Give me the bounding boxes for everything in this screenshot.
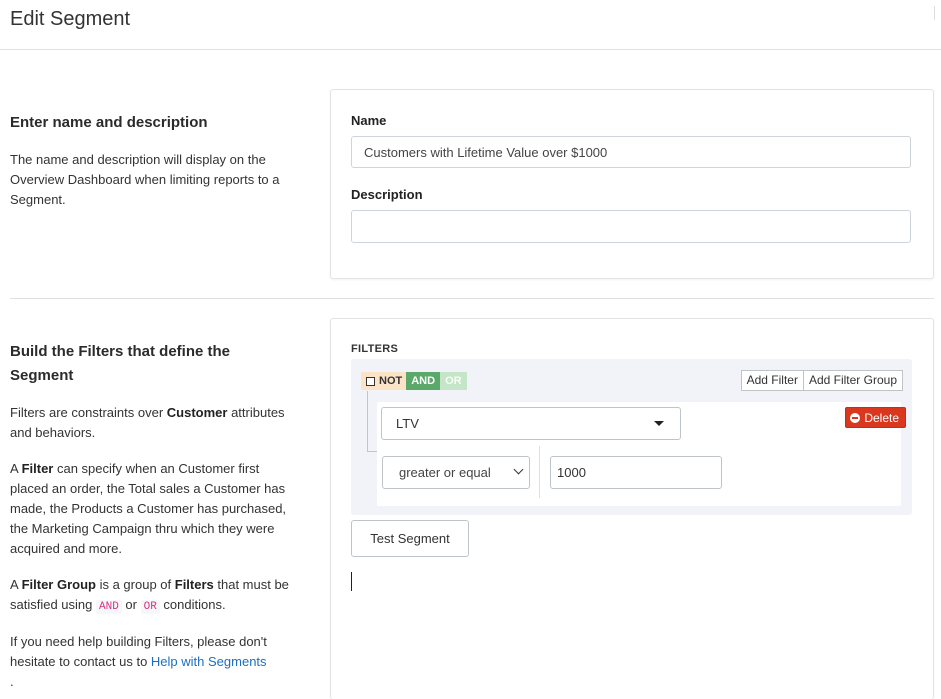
p3-bold-filters: Filters [174,577,214,592]
page-title: Edit Segment [10,8,131,30]
close-edge [934,6,941,20]
name-input[interactable] [351,136,911,168]
add-filter-group-button[interactable]: Add Filter Group [803,370,903,391]
or-code: OR [140,600,160,614]
filter-explanation-paragraph: A Filter can specify when an Customer fi… [10,459,300,559]
p3-text-f: or [121,597,141,612]
field-select[interactable]: LTV [381,407,681,440]
field-select-value: LTV [396,416,419,431]
filters-intro-paragraph: Filters are constraints over Customer at… [10,403,300,443]
filters-card: FILTERS NOT AND OR Add Filter Add Filter… [330,318,934,699]
operator-select-value: greater or equal [399,465,491,480]
name-section-description: The name and description will display on… [10,152,280,207]
chevron-down-icon [513,464,524,475]
section-divider [10,298,934,299]
rule-separator [539,446,540,498]
p3-text-a: A [10,577,22,592]
p3-text-c: is a group of [95,577,175,592]
and-button[interactable]: AND [406,372,441,390]
modal-header: Edit Segment [0,0,941,50]
name-card: Name Description [330,89,934,279]
delete-label: Delete [864,410,899,425]
help-paragraph: If you need help building Filters, pleas… [10,632,300,692]
filters-label: FILTERS [351,343,399,355]
minus-circle-icon [850,412,861,423]
and-code: AND [96,600,122,614]
group-logic-toggle: NOT AND OR [361,372,467,390]
description-input[interactable] [351,210,911,243]
not-label: NOT [379,375,403,387]
not-toggle[interactable]: NOT [361,372,407,390]
filter-group-paragraph: A Filter Group is a group of Filters tha… [10,575,300,617]
test-segment-button[interactable]: Test Segment [351,520,469,557]
p4-text-b: . [10,674,14,689]
name-label: Name [351,113,387,128]
caret-down-icon [654,421,664,426]
not-checkbox[interactable] [366,376,375,386]
add-buttons: Add Filter Add Filter Group [740,370,903,391]
description-label: Description [351,187,423,202]
p3-bold-group: Filter Group [21,577,96,592]
p3-text-g: conditions. [159,597,226,612]
p1-text-a: Filters are constraints over [10,405,167,420]
filter-group: NOT AND OR Add Filter Add Filter Group L… [351,359,912,515]
operator-select[interactable]: greater or equal [382,456,530,489]
text-cursor [351,572,352,591]
value-input[interactable] [550,456,722,489]
p1-bold: Customer [166,405,228,420]
help-with-segments-link[interactable]: Help with Segments [151,654,267,669]
add-filter-button[interactable]: Add Filter [740,370,804,391]
delete-rule-button[interactable]: Delete [845,407,906,428]
or-button[interactable]: OR [440,372,467,390]
p2-text-a: A [10,461,22,476]
filters-section-heading: Build the Filters that define the Segmen… [10,343,231,384]
name-section-heading: Enter name and description [10,114,208,131]
p2-bold: Filter [21,461,54,476]
